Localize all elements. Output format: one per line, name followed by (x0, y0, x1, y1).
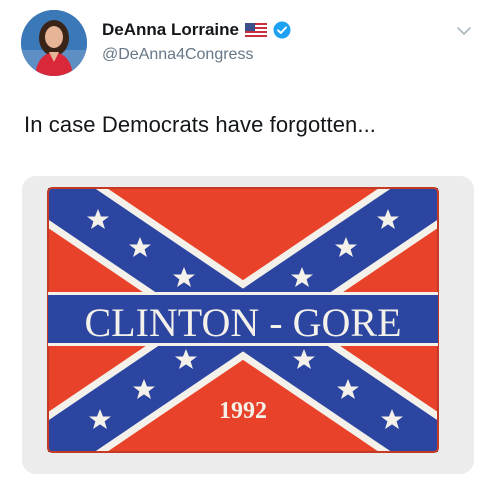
verified-check-icon (273, 21, 291, 39)
tweet-card: DeAnna Lorraine @DeAnna4Congress In case… (0, 0, 495, 500)
us-flag-icon (244, 22, 268, 38)
campaign-button-image: CLINTON - GORE 1992 (22, 176, 474, 474)
author-row: DeAnna Lorraine (102, 20, 291, 40)
button-year: 1992 (219, 398, 267, 424)
button-slogan: CLINTON - GORE (84, 300, 401, 345)
tweet-text: In case Democrats have forgotten... (24, 112, 377, 137)
avatar-image (21, 10, 87, 76)
handle[interactable]: @DeAnna4Congress (102, 46, 253, 64)
avatar[interactable] (21, 10, 87, 76)
tweet-image[interactable]: CLINTON - GORE 1992 (22, 176, 474, 474)
chevron-down-icon[interactable] (455, 22, 473, 40)
display-name[interactable]: DeAnna Lorraine (102, 20, 239, 40)
